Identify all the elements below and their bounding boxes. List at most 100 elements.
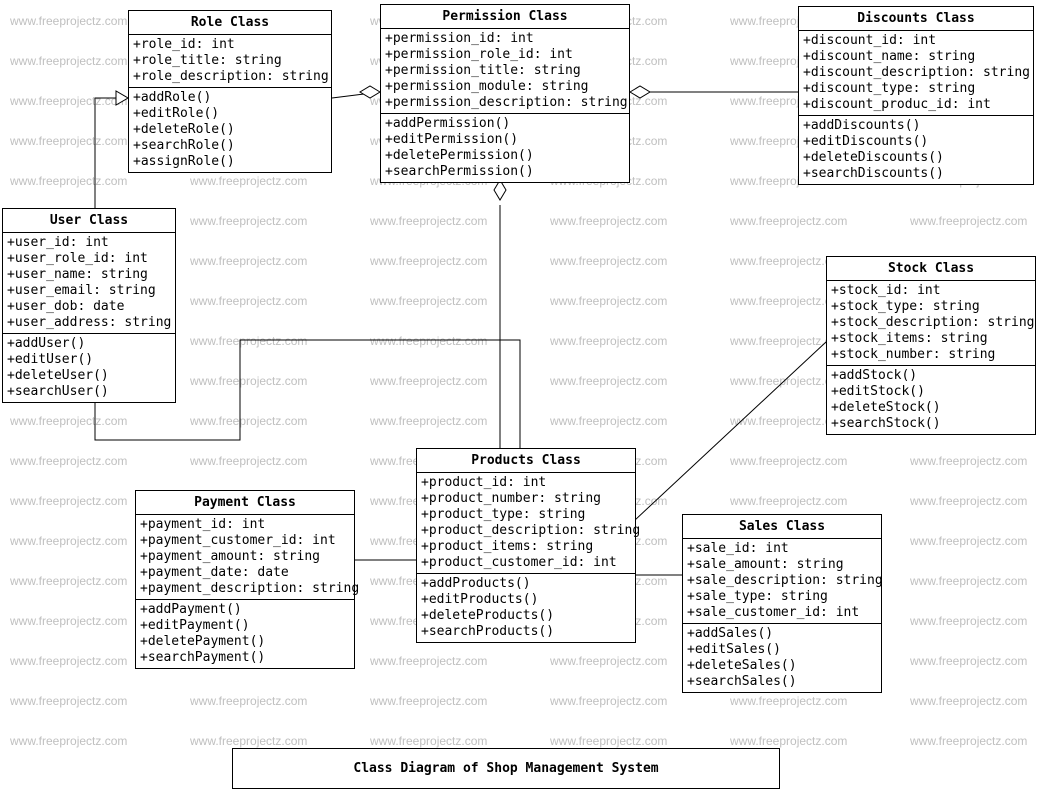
class-member: +sale_type: string bbox=[687, 589, 877, 605]
class-member: +permission_description: string bbox=[385, 95, 625, 111]
class-attrs: +user_id: int+user_role_id: int+user_nam… bbox=[3, 233, 175, 334]
class-member: +user_id: int bbox=[7, 235, 171, 251]
class-title: Payment Class bbox=[136, 491, 354, 515]
class-member: +product_number: string bbox=[421, 491, 631, 507]
class-member: +user_role_id: int bbox=[7, 251, 171, 267]
class-member: +searchSales() bbox=[687, 674, 877, 690]
class-member: +searchDiscounts() bbox=[803, 166, 1029, 182]
class-ops: +addUser()+editUser()+deleteUser()+searc… bbox=[3, 334, 175, 402]
class-stock: Stock Class +stock_id: int+stock_type: s… bbox=[826, 256, 1036, 435]
class-member: +discount_description: string bbox=[803, 65, 1029, 81]
class-member: +sale_description: string bbox=[687, 573, 877, 589]
class-ops: +addStock()+editStock()+deleteStock()+se… bbox=[827, 366, 1035, 434]
class-member: +editUser() bbox=[7, 352, 171, 368]
class-ops: +addProducts()+editProducts()+deleteProd… bbox=[417, 574, 635, 642]
class-member: +payment_id: int bbox=[140, 517, 350, 533]
class-member: +deletePermission() bbox=[385, 148, 625, 164]
class-ops: +addPayment()+editPayment()+deletePaymen… bbox=[136, 600, 354, 668]
class-member: +product_description: string bbox=[421, 523, 631, 539]
class-member: +editStock() bbox=[831, 384, 1031, 400]
class-attrs: +discount_id: int+discount_name: string+… bbox=[799, 31, 1033, 116]
class-member: +payment_date: date bbox=[140, 565, 350, 581]
diagram-caption: Class Diagram of Shop Management System bbox=[232, 748, 780, 789]
class-title: Role Class bbox=[129, 11, 331, 35]
class-member: +discount_produc_id: int bbox=[803, 97, 1029, 113]
class-member: +addDiscounts() bbox=[803, 118, 1029, 134]
class-member: +product_id: int bbox=[421, 475, 631, 491]
class-member: +deleteProducts() bbox=[421, 608, 631, 624]
class-member: +stock_type: string bbox=[831, 299, 1031, 315]
class-member: +deletePayment() bbox=[140, 634, 350, 650]
class-member: +permission_module: string bbox=[385, 79, 625, 95]
class-member: +searchProducts() bbox=[421, 624, 631, 640]
class-user: User Class +user_id: int+user_role_id: i… bbox=[2, 208, 176, 403]
class-member: +deleteDiscounts() bbox=[803, 150, 1029, 166]
class-ops: +addDiscounts()+editDiscounts()+deleteDi… bbox=[799, 116, 1033, 184]
class-member: +role_description: string bbox=[133, 69, 327, 85]
class-member: +editPayment() bbox=[140, 618, 350, 634]
class-member: +user_address: string bbox=[7, 315, 171, 331]
class-member: +sale_amount: string bbox=[687, 557, 877, 573]
class-attrs: +product_id: int+product_number: string+… bbox=[417, 473, 635, 574]
class-member: +addStock() bbox=[831, 368, 1031, 384]
class-member: +stock_id: int bbox=[831, 283, 1031, 299]
class-member: +role_title: string bbox=[133, 53, 327, 69]
class-attrs: +sale_id: int+sale_amount: string+sale_d… bbox=[683, 539, 881, 624]
class-title: Stock Class bbox=[827, 257, 1035, 281]
class-member: +editSales() bbox=[687, 642, 877, 658]
class-title: Products Class bbox=[417, 449, 635, 473]
class-member: +addSales() bbox=[687, 626, 877, 642]
class-member: +payment_description: string bbox=[140, 581, 350, 597]
class-discounts: Discounts Class +discount_id: int+discou… bbox=[798, 6, 1034, 185]
class-ops: +addPermission()+editPermission()+delete… bbox=[381, 114, 629, 182]
class-member: +sale_customer_id: int bbox=[687, 605, 877, 621]
class-attrs: +stock_id: int+stock_type: string+stock_… bbox=[827, 281, 1035, 366]
class-member: +assignRole() bbox=[133, 154, 327, 170]
class-title: Discounts Class bbox=[799, 7, 1033, 31]
class-member: +editDiscounts() bbox=[803, 134, 1029, 150]
class-payment: Payment Class +payment_id: int+payment_c… bbox=[135, 490, 355, 669]
class-member: +searchPayment() bbox=[140, 650, 350, 666]
class-member: +editProducts() bbox=[421, 592, 631, 608]
class-member: +searchStock() bbox=[831, 416, 1031, 432]
class-member: +searchPermission() bbox=[385, 164, 625, 180]
class-member: +permission_role_id: int bbox=[385, 47, 625, 63]
class-title: Permission Class bbox=[381, 5, 629, 29]
class-member: +permission_id: int bbox=[385, 31, 625, 47]
class-member: +deleteStock() bbox=[831, 400, 1031, 416]
class-member: +deleteRole() bbox=[133, 122, 327, 138]
class-ops: +addSales()+editSales()+deleteSales()+se… bbox=[683, 624, 881, 692]
class-member: +discount_id: int bbox=[803, 33, 1029, 49]
class-member: +addPayment() bbox=[140, 602, 350, 618]
class-products: Products Class +product_id: int+product_… bbox=[416, 448, 636, 643]
class-member: +discount_name: string bbox=[803, 49, 1029, 65]
class-ops: +addRole()+editRole()+deleteRole()+searc… bbox=[129, 88, 331, 172]
class-member: +product_customer_id: int bbox=[421, 555, 631, 571]
class-member: +payment_amount: string bbox=[140, 549, 350, 565]
class-member: +addUser() bbox=[7, 336, 171, 352]
class-member: +deleteUser() bbox=[7, 368, 171, 384]
class-attrs: +permission_id: int+permission_role_id: … bbox=[381, 29, 629, 114]
class-attrs: +role_id: int+role_title: string+role_de… bbox=[129, 35, 331, 88]
class-member: +addProducts() bbox=[421, 576, 631, 592]
class-member: +user_dob: date bbox=[7, 299, 171, 315]
class-member: +editRole() bbox=[133, 106, 327, 122]
class-member: +searchRole() bbox=[133, 138, 327, 154]
class-permission: Permission Class +permission_id: int+per… bbox=[380, 4, 630, 183]
class-member: +role_id: int bbox=[133, 37, 327, 53]
class-attrs: +payment_id: int+payment_customer_id: in… bbox=[136, 515, 354, 600]
class-member: +product_items: string bbox=[421, 539, 631, 555]
class-member: +addPermission() bbox=[385, 116, 625, 132]
class-member: +permission_title: string bbox=[385, 63, 625, 79]
class-member: +deleteSales() bbox=[687, 658, 877, 674]
class-title: User Class bbox=[3, 209, 175, 233]
class-sales: Sales Class +sale_id: int+sale_amount: s… bbox=[682, 514, 882, 693]
class-member: +stock_description: string bbox=[831, 315, 1031, 331]
class-member: +product_type: string bbox=[421, 507, 631, 523]
class-member: +stock_items: string bbox=[831, 331, 1031, 347]
class-member: +sale_id: int bbox=[687, 541, 877, 557]
class-member: +discount_type: string bbox=[803, 81, 1029, 97]
class-member: +stock_number: string bbox=[831, 347, 1031, 363]
class-member: +payment_customer_id: int bbox=[140, 533, 350, 549]
class-role: Role Class +role_id: int+role_title: str… bbox=[128, 10, 332, 173]
